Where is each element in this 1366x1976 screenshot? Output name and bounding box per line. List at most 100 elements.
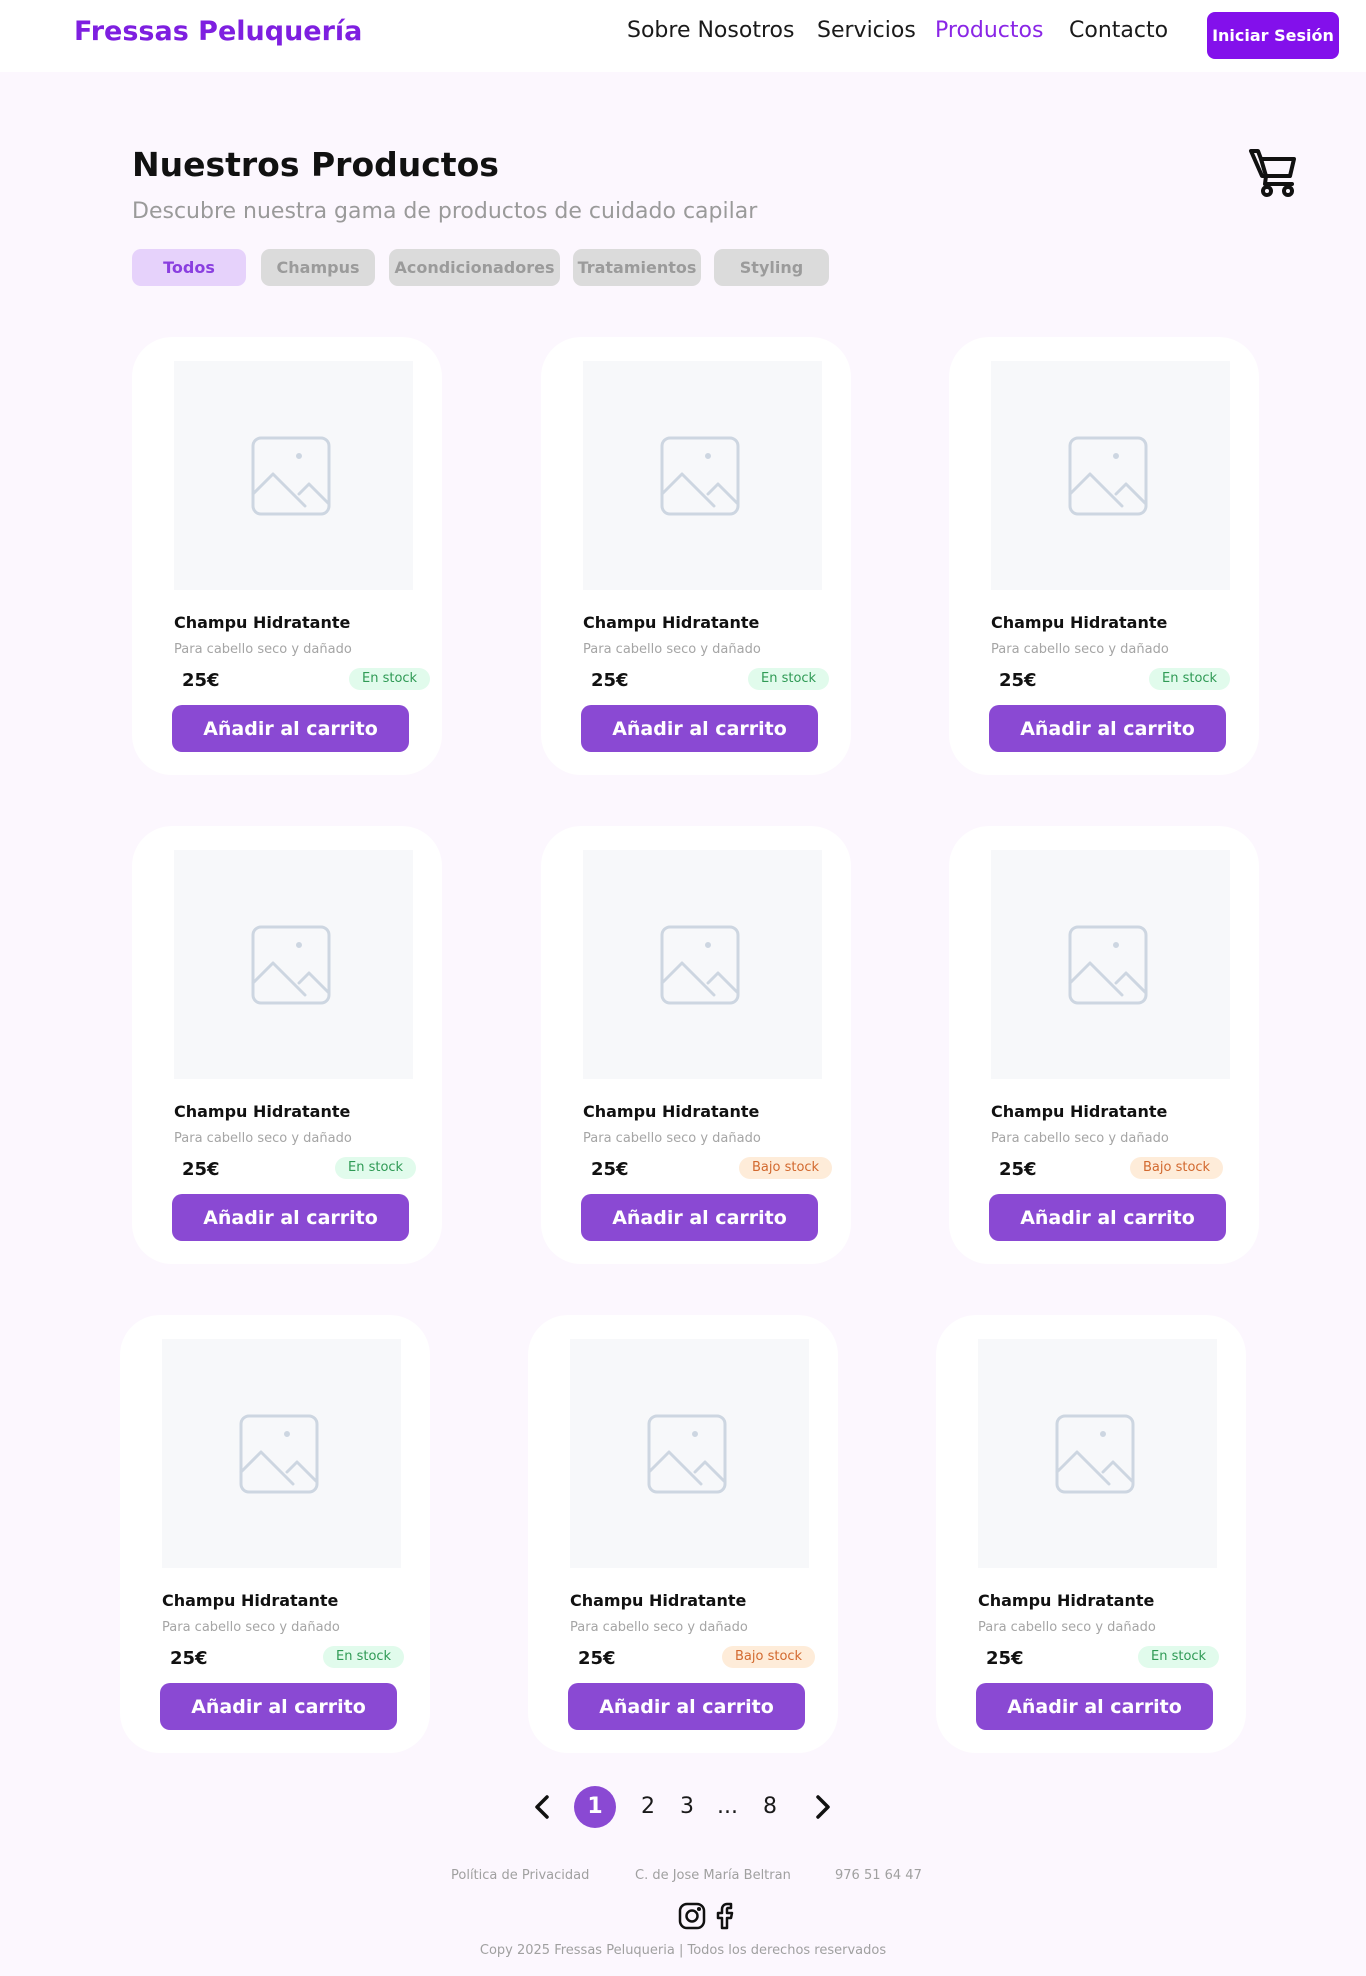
stock-badge: En stock — [323, 1646, 405, 1668]
product-image-placeholder — [570, 1339, 809, 1568]
add-to-cart-button[interactable]: Añadir al carrito — [976, 1683, 1213, 1730]
copyright: Copy 2025 Fressas Peluqueria | Todos los… — [479, 1943, 887, 1958]
chevron-left-icon[interactable] — [528, 1792, 558, 1822]
product-card: Champu Hidratante Para cabello seco y da… — [528, 1315, 838, 1753]
product-price: 25€ — [999, 1159, 1037, 1180]
page-last[interactable]: 8 — [760, 1786, 780, 1828]
add-to-cart-button[interactable]: Añadir al carrito — [568, 1683, 805, 1730]
product-card: Champu Hidratante Para cabello seco y da… — [132, 337, 442, 775]
product-price: 25€ — [986, 1648, 1024, 1669]
product-card: Champu Hidratante Para cabello seco y da… — [949, 337, 1259, 775]
add-to-cart-button[interactable]: Añadir al carrito — [160, 1683, 397, 1730]
product-price: 25€ — [591, 670, 629, 691]
image-placeholder-icon — [251, 925, 331, 1005]
pagination-ellipsis: ... — [717, 1794, 738, 1819]
product-name[interactable]: Champu Hidratante — [174, 1102, 350, 1121]
image-placeholder-icon — [660, 925, 740, 1005]
product-name[interactable]: Champu Hidratante — [162, 1591, 338, 1610]
footer-address: C. de Jose María Beltran — [635, 1868, 791, 1883]
product-price: 25€ — [999, 670, 1037, 691]
stock-badge: En stock — [335, 1157, 417, 1179]
product-description: Para cabello seco y dañado — [570, 1620, 748, 1635]
product-card: Champu Hidratante Para cabello seco y da… — [949, 826, 1259, 1264]
product-description: Para cabello seco y dañado — [978, 1620, 1156, 1635]
product-description: Para cabello seco y dañado — [174, 1131, 352, 1146]
page-title: Nuestros Productos — [132, 145, 499, 184]
add-to-cart-button[interactable]: Añadir al carrito — [581, 1194, 818, 1241]
nav-sobre-nosotros[interactable]: Sobre Nosotros — [627, 18, 794, 43]
image-placeholder-icon — [647, 1414, 727, 1494]
stock-badge: Bajo stock — [1130, 1157, 1224, 1179]
product-card: Champu Hidratante Para cabello seco y da… — [132, 826, 442, 1264]
product-image-placeholder — [991, 850, 1230, 1079]
product-name[interactable]: Champu Hidratante — [583, 1102, 759, 1121]
cart-icon[interactable] — [1248, 146, 1300, 198]
product-card: Champu Hidratante Para cabello seco y da… — [541, 826, 851, 1264]
filter-tratamientos[interactable]: Tratamientos — [573, 249, 701, 286]
product-name[interactable]: Champu Hidratante — [991, 613, 1167, 632]
stock-badge: En stock — [349, 668, 431, 690]
add-to-cart-button[interactable]: Añadir al carrito — [989, 1194, 1226, 1241]
nav-contacto[interactable]: Contacto — [1069, 18, 1168, 43]
add-to-cart-button[interactable]: Añadir al carrito — [581, 705, 818, 752]
product-image-placeholder — [174, 361, 413, 590]
product-description: Para cabello seco y dañado — [162, 1620, 340, 1635]
product-name[interactable]: Champu Hidratante — [978, 1591, 1154, 1610]
product-card: Champu Hidratante Para cabello seco y da… — [541, 337, 851, 775]
product-card: Champu Hidratante Para cabello seco y da… — [120, 1315, 430, 1753]
product-name[interactable]: Champu Hidratante — [991, 1102, 1167, 1121]
image-placeholder-icon — [239, 1414, 319, 1494]
product-name[interactable]: Champu Hidratante — [174, 613, 350, 632]
page-1[interactable]: 1 — [574, 1786, 616, 1828]
product-description: Para cabello seco y dañado — [174, 642, 352, 657]
nav-servicios[interactable]: Servicios — [817, 18, 916, 43]
product-image-placeholder — [583, 361, 822, 590]
add-to-cart-button[interactable]: Añadir al carrito — [172, 1194, 409, 1241]
product-card: Champu Hidratante Para cabello seco y da… — [936, 1315, 1246, 1753]
stock-badge: En stock — [1149, 668, 1231, 690]
page-2[interactable]: 2 — [638, 1786, 658, 1828]
add-to-cart-button[interactable]: Añadir al carrito — [172, 705, 409, 752]
product-description: Para cabello seco y dañado — [583, 642, 761, 657]
product-image-placeholder — [162, 1339, 401, 1568]
nav-productos[interactable]: Productos — [935, 18, 1043, 43]
image-placeholder-icon — [251, 436, 331, 516]
product-name[interactable]: Champu Hidratante — [583, 613, 759, 632]
product-price: 25€ — [591, 1159, 629, 1180]
product-description: Para cabello seco y dañado — [991, 642, 1169, 657]
stock-badge: En stock — [1138, 1646, 1220, 1668]
stock-badge: Bajo stock — [739, 1157, 833, 1179]
chevron-right-icon[interactable] — [807, 1792, 837, 1822]
product-image-placeholder — [583, 850, 822, 1079]
product-image-placeholder — [991, 361, 1230, 590]
privacy-link[interactable]: Política de Privacidad — [451, 1868, 589, 1883]
filter-styling[interactable]: Styling — [714, 249, 829, 286]
product-price: 25€ — [182, 670, 220, 691]
stock-badge: Bajo stock — [722, 1646, 816, 1668]
product-description: Para cabello seco y dañado — [583, 1131, 761, 1146]
pagination: 1 2 3 ... 8 — [0, 1786, 1366, 1828]
add-to-cart-button[interactable]: Añadir al carrito — [989, 705, 1226, 752]
product-price: 25€ — [170, 1648, 208, 1669]
product-price: 25€ — [578, 1648, 616, 1669]
product-name[interactable]: Champu Hidratante — [570, 1591, 746, 1610]
stock-badge: En stock — [748, 668, 830, 690]
filter-champus[interactable]: Champus — [261, 249, 375, 286]
product-image-placeholder — [174, 850, 413, 1079]
product-image-placeholder — [978, 1339, 1217, 1568]
filter-todos[interactable]: Todos — [132, 249, 246, 286]
image-placeholder-icon — [1068, 925, 1148, 1005]
login-button[interactable]: Iniciar Sesión — [1207, 12, 1339, 59]
image-placeholder-icon — [660, 436, 740, 516]
instagram-icon[interactable] — [678, 1902, 706, 1930]
image-placeholder-icon — [1068, 436, 1148, 516]
page-3: 3 — [680, 1794, 694, 1819]
facebook-icon[interactable] — [712, 1902, 740, 1930]
product-price: 25€ — [182, 1159, 220, 1180]
product-description: Para cabello seco y dañado — [991, 1131, 1169, 1146]
brand-logo-text[interactable]: Fressas Peluquería — [74, 16, 362, 47]
site-header: Fressas Peluquería Sobre Nosotros Servic… — [0, 0, 1366, 72]
footer-phone: 976 51 64 47 — [835, 1868, 922, 1883]
page-subtitle: Descubre nuestra gama de productos de cu… — [132, 199, 758, 224]
filter-acondicionadores[interactable]: Acondicionadores — [389, 249, 560, 286]
